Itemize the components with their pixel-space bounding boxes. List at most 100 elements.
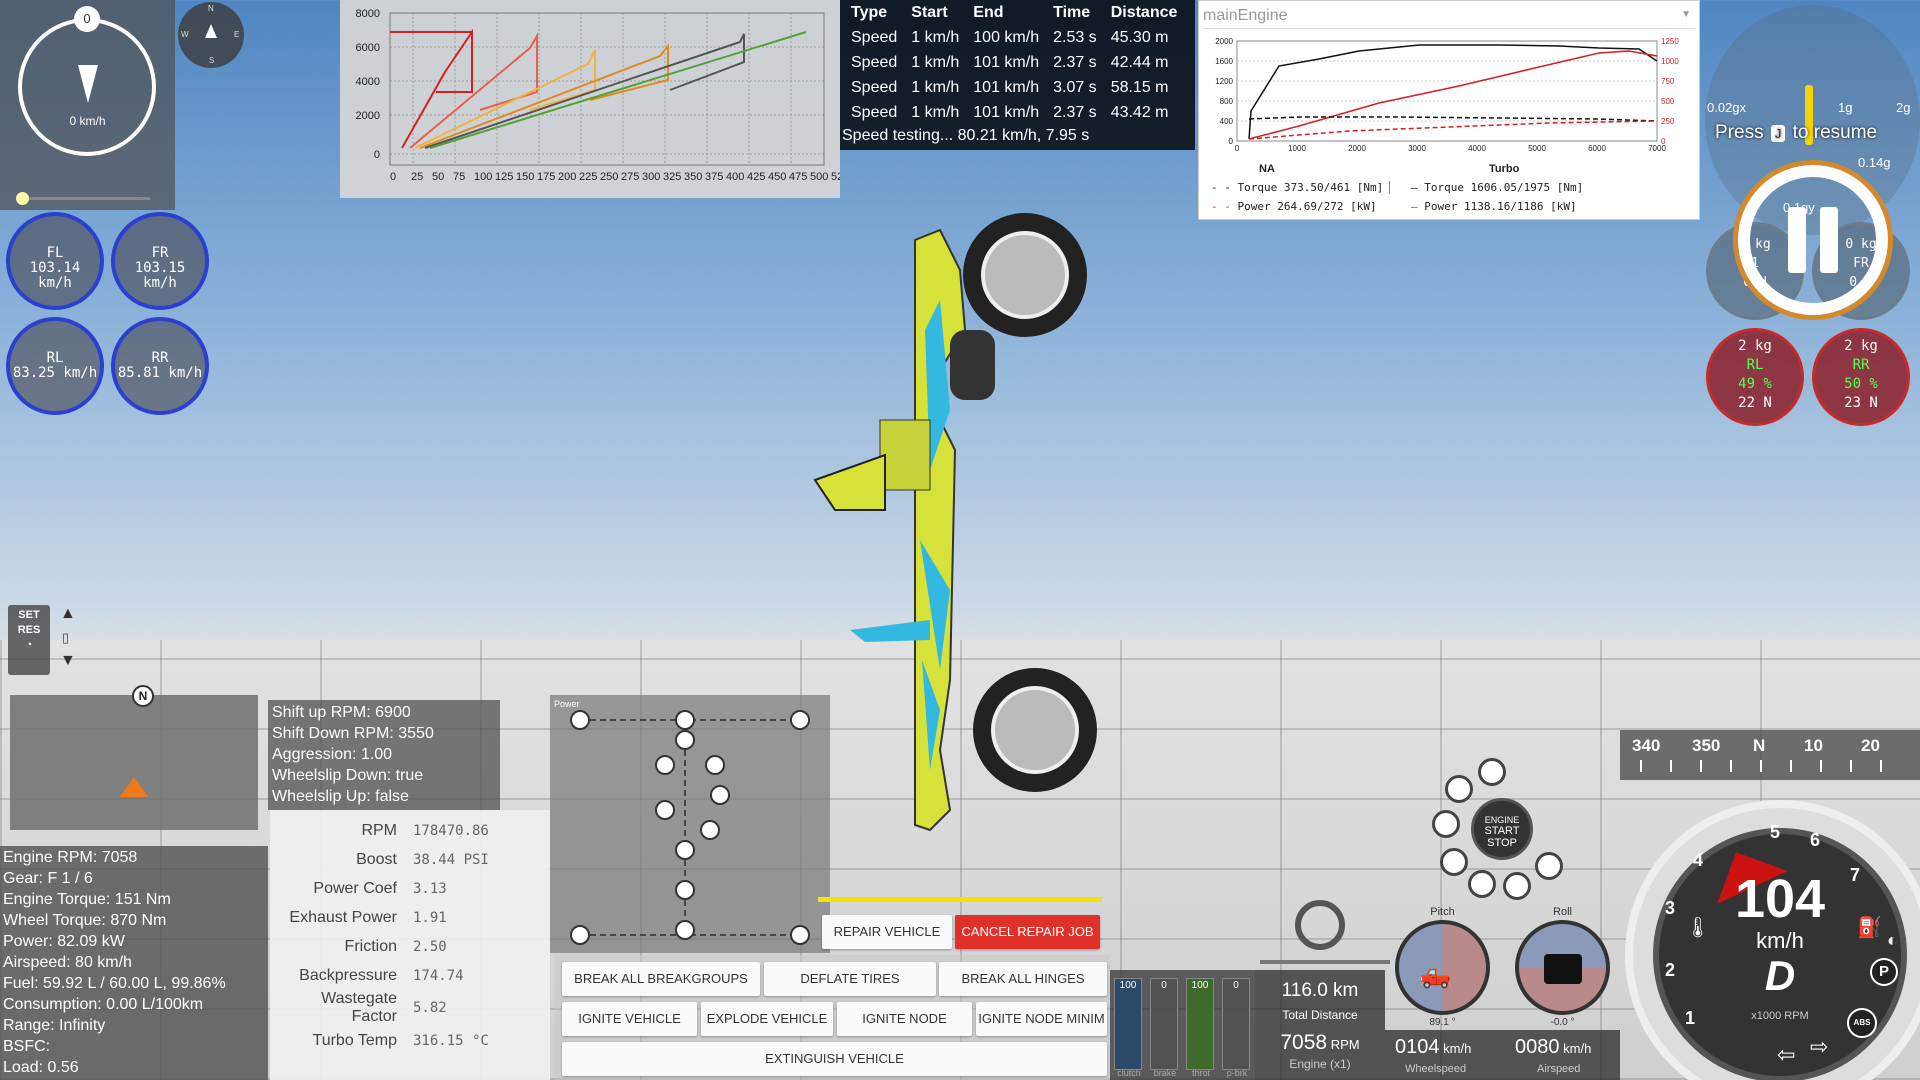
- heading-tick: 340: [1632, 736, 1661, 755]
- gforce-value: 0.14g: [1858, 155, 1891, 170]
- rpm-xtick: 525: [831, 171, 840, 183]
- break-hinges-button[interactable]: BREAK ALL HINGES: [939, 962, 1107, 996]
- total-distance-label: Total Distance: [1282, 1008, 1358, 1022]
- wheel-fr-name: FR: [151, 245, 169, 261]
- stat-line: Range: Infinity: [3, 1017, 106, 1034]
- table-row: Friction 2.50: [270, 932, 497, 961]
- legend-na-label: NA: [1259, 163, 1275, 175]
- ignite-node-button[interactable]: IGNITE NODE: [837, 1002, 972, 1036]
- handbrake-icon[interactable]: [1468, 870, 1496, 898]
- cell: 1 km/h: [911, 28, 960, 46]
- stat-line: BSFC:: [3, 1038, 51, 1055]
- key-j-icon: J: [1770, 125, 1786, 142]
- compass-speed: 0 km/h: [69, 114, 106, 128]
- ignite-vehicle-button[interactable]: IGNITE VEHICLE: [562, 1002, 697, 1036]
- pause-hint: Press J to resume: [1715, 122, 1920, 144]
- wheel-rr: RR 85.81 km/h: [111, 317, 209, 415]
- rpm-tick: 5: [1770, 822, 1781, 842]
- rpm-ytick: 2000: [356, 110, 380, 122]
- compass-knob[interactable]: 0: [74, 6, 100, 32]
- rpm-line-gear6: [429, 31, 807, 149]
- compass-slider-knob[interactable]: [16, 192, 29, 205]
- turn-right-icon[interactable]: ⇨: [1810, 1034, 1828, 1060]
- vehicle: [790, 210, 1150, 840]
- heading-tick: 350: [1692, 736, 1721, 755]
- turbo-label: Exhaust Power: [289, 908, 397, 926]
- speedometer-icon: ◔: [25, 639, 33, 651]
- wheel-fl: FL 103.14 km/h: [6, 212, 104, 310]
- cell: 43.42 m: [1110, 103, 1169, 121]
- powertrain-label: Power: [554, 699, 580, 709]
- compass-needle-icon: [78, 65, 98, 103]
- speed-compass-panel: 0 0 km/h: [0, 0, 175, 210]
- compass-slider[interactable]: [20, 197, 150, 200]
- turbo-value: 178470.86: [413, 822, 489, 839]
- pause-button[interactable]: [1738, 165, 1888, 315]
- roll-value: -0.0 °: [1550, 1017, 1575, 1028]
- clutch-bar: [1114, 978, 1142, 1070]
- cell: Speed: [851, 28, 898, 46]
- wheel-fr-speed: 103.15 km/h: [134, 260, 186, 291]
- cell: 58.15 m: [1110, 78, 1169, 96]
- legend-na-torque: - - Torque 373.50/461 [Nm]: [1211, 181, 1391, 194]
- cancel-repair-button[interactable]: CANCEL REPAIR JOB: [955, 915, 1100, 949]
- wheelspeed-readout: 0104 km/h: [1395, 1036, 1472, 1058]
- cruise-res-button[interactable]: RES: [8, 624, 50, 636]
- minimap[interactable]: N: [10, 685, 258, 830]
- ignite-node-minimum-button[interactable]: IGNITE NODE MINIM: [976, 1002, 1107, 1036]
- engine-xtick: 6000: [1588, 144, 1606, 151]
- explode-vehicle-button[interactable]: EXPLODE VEHICLE: [701, 1002, 833, 1036]
- differential-icon[interactable]: [1503, 872, 1531, 900]
- stat-line: Airspeed: 80 km/h: [3, 954, 132, 971]
- break-breakgroups-button[interactable]: BREAK ALL BREAKGROUPS: [562, 962, 760, 996]
- stat-line: Wheel Torque: 870 Nm: [3, 912, 167, 929]
- cruise-control: SET RES ◔: [8, 605, 50, 675]
- engine-xtick: 5000: [1528, 144, 1546, 151]
- speed-unit: km/h: [1756, 928, 1804, 953]
- rpm-speed-chart: 8000 6000 4000 2000 0 0 25 50 75 100 125 150 17…: [340, 0, 849, 198]
- engine-ytick-right: 1000: [1661, 57, 1679, 66]
- engine-start-button[interactable]: ENGINE START STOP: [1471, 798, 1533, 860]
- cell: 42.44 m: [1110, 53, 1169, 71]
- roll-label: Roll: [1553, 906, 1572, 918]
- rpm-ytick: 0: [374, 149, 380, 161]
- engine-select-value: mainEngine: [1203, 7, 1288, 24]
- minimap-north: N: [132, 685, 154, 707]
- extinguish-vehicle-button[interactable]: EXTINGUISH VEHICLE: [562, 1042, 1107, 1076]
- wheel-icon[interactable]: [1478, 758, 1506, 786]
- wheel-load-rl-pct: 49 %: [1738, 376, 1772, 392]
- parking-brake-value: 0: [1233, 980, 1239, 991]
- differential-icon[interactable]: [1535, 852, 1563, 880]
- rpm-xtick: 375: [705, 171, 723, 183]
- table-row: Wastegate Factor 5.82: [270, 990, 497, 1026]
- mini-compass-e: E: [234, 30, 240, 39]
- engine-start-line: START: [1484, 825, 1520, 837]
- engine-xticks: 0 1000 2000 3000 4000 5000 6000 7000: [1235, 144, 1667, 151]
- rpm-xtick: 500: [810, 171, 828, 183]
- cruise-set-button[interactable]: SET: [8, 609, 50, 621]
- legend-turbo-power: — Power 1138.16/1186 [kW]: [1411, 200, 1577, 213]
- deflate-tires-button[interactable]: DEFLATE TIRES: [764, 962, 936, 996]
- brake-value: 0: [1161, 980, 1167, 991]
- col-type: Type: [851, 3, 888, 21]
- rpm-xtick: 250: [600, 171, 618, 183]
- gearbox-icon[interactable]: [1432, 810, 1460, 838]
- cruise-down-icon[interactable]: ▼: [60, 652, 76, 670]
- rpm-xtick: 25: [411, 171, 423, 183]
- wheel-icon[interactable]: [1445, 775, 1473, 803]
- cruise-up-icon[interactable]: ▲: [60, 605, 76, 623]
- shift-line: Aggression: 1.00: [272, 746, 393, 763]
- wheel-fl-name: FL: [46, 245, 64, 261]
- turbo-value: 5.82: [413, 1000, 447, 1016]
- table-row: Backpressure 174.74: [270, 961, 497, 990]
- engine-select[interactable]: mainEngine ▼: [1203, 7, 1695, 29]
- differential-icon[interactable]: [1440, 848, 1468, 876]
- table-row: Speed 1 km/h 101 km/h 3.07 s 58.15 m: [844, 75, 1184, 100]
- turn-left-icon[interactable]: ⇦: [1777, 1042, 1795, 1068]
- engine-graph-svg: 2000 1600 1200 800 400 0 1250 1000 750 5…: [1215, 37, 1679, 151]
- turbo-value: 2.50: [413, 938, 447, 955]
- stat-line: Engine RPM: 7058: [3, 849, 138, 866]
- vehicle-svg: [813, 213, 1097, 832]
- engine-ytick-left: 800: [1220, 97, 1234, 106]
- repair-vehicle-button[interactable]: REPAIR VEHICLE: [822, 915, 952, 949]
